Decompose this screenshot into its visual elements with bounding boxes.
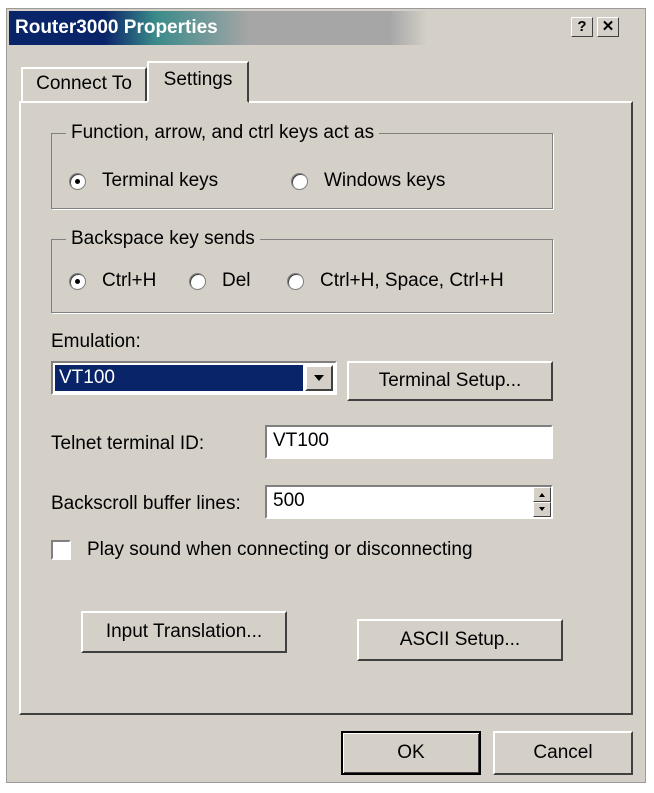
play-sound-label: Play sound when connecting or disconnect… <box>87 539 473 560</box>
play-sound-checkbox[interactable]: Play sound when connecting or disconnect… <box>51 539 473 561</box>
ascii-setup-button[interactable]: ASCII Setup... <box>357 619 563 661</box>
function-keys-legend: Function, arrow, and ctrl keys act as <box>66 122 380 144</box>
radio-unselected-icon <box>287 272 304 290</box>
ctrl-h-radio[interactable]: Ctrl+H <box>69 270 156 292</box>
del-radio[interactable]: Del <box>189 270 251 292</box>
terminal-keys-label: Terminal keys <box>102 170 219 191</box>
radio-unselected-icon <box>189 272 206 290</box>
windows-keys-radio[interactable]: Windows keys <box>291 170 445 192</box>
cancel-label: Cancel <box>533 742 593 763</box>
backspace-legend: Backspace key sends <box>66 228 260 250</box>
ctrl-h-space-ctrl-h-label: Ctrl+H, Space, Ctrl+H <box>320 270 504 291</box>
input-translation-label: Input Translation... <box>105 621 263 642</box>
close-button[interactable]: ✕ <box>597 17 619 37</box>
cancel-button[interactable]: Cancel <box>493 731 633 775</box>
radio-selected-icon <box>69 172 86 190</box>
backscroll-buffer-lines-spinner[interactable]: 500 <box>265 485 553 519</box>
emulation-dropdown-button[interactable] <box>305 365 333 391</box>
windows-keys-label: Windows keys <box>324 170 446 191</box>
chevron-down-icon <box>314 375 324 381</box>
terminal-setup-label: Terminal Setup... <box>378 370 522 391</box>
backscroll-buffer-lines-label: Backscroll buffer lines: <box>51 493 241 514</box>
arrow-down-icon <box>539 507 545 511</box>
tab-settings-label: Settings <box>163 69 233 90</box>
emulation-selected-value: VT100 <box>55 365 303 391</box>
spin-down-button[interactable] <box>533 502 551 517</box>
terminal-keys-radio[interactable]: Terminal keys <box>69 170 218 192</box>
tab-connect-to-label: Connect To <box>36 73 132 94</box>
help-icon: ? <box>577 18 587 35</box>
properties-dialog: Router3000 Properties ? ✕ Connect To Fun… <box>6 8 646 783</box>
input-translation-button[interactable]: Input Translation... <box>81 611 287 653</box>
telnet-terminal-id-input[interactable]: VT100 <box>265 425 553 459</box>
backscroll-buffer-lines-value: 500 <box>273 490 305 511</box>
settings-panel: Function, arrow, and ctrl keys act as Te… <box>19 101 633 715</box>
ctrl-h-space-ctrl-h-radio[interactable]: Ctrl+H, Space, Ctrl+H <box>287 270 504 292</box>
tab-connect-to[interactable]: Connect To <box>21 67 147 101</box>
ascii-setup-label: ASCII Setup... <box>399 629 521 650</box>
title-bar[interactable]: Router3000 Properties ? ✕ <box>9 11 643 45</box>
checkbox-icon <box>51 540 71 560</box>
emulation-label: Emulation: <box>51 331 141 352</box>
ok-button[interactable]: OK <box>341 731 481 775</box>
del-label: Del <box>222 270 251 291</box>
ok-label: OK <box>397 742 425 763</box>
spin-up-button[interactable] <box>533 487 551 502</box>
help-button[interactable]: ? <box>571 17 593 37</box>
telnet-terminal-id-label: Telnet terminal ID: <box>51 433 205 454</box>
radio-selected-icon <box>69 272 86 290</box>
ctrl-h-label: Ctrl+H <box>102 270 157 291</box>
terminal-setup-button[interactable]: Terminal Setup... <box>347 361 553 401</box>
window-title: Router3000 Properties <box>15 17 218 38</box>
radio-unselected-icon <box>291 172 308 190</box>
tab-settings[interactable]: Settings <box>147 61 249 103</box>
emulation-select[interactable]: VT100 <box>51 361 337 395</box>
arrow-up-icon <box>539 493 545 497</box>
close-icon: ✕ <box>601 18 615 35</box>
